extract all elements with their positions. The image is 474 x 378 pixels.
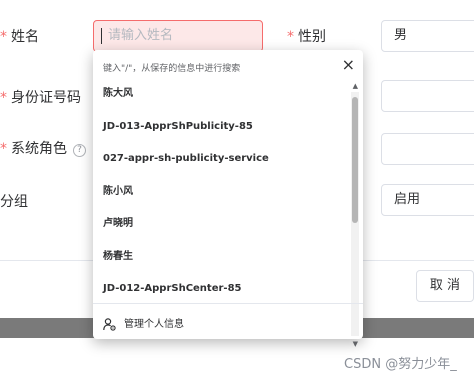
status-select-value: 启用 (394, 192, 421, 207)
autofill-item[interactable]: 027-appr-sh-publicity-service (93, 143, 348, 176)
text-caret (101, 28, 102, 44)
gender-select[interactable]: 男 (381, 20, 474, 52)
autofill-item[interactable]: JD-013-ApprShPublicity-85 (93, 111, 348, 144)
group-label-text: 分组 (0, 194, 28, 210)
scrollbar-track[interactable] (351, 92, 359, 336)
id-number-label: * 身份证号码 (0, 87, 81, 107)
autofill-item[interactable]: 陈小风 (93, 176, 348, 209)
status-select[interactable]: 启用 (381, 184, 474, 216)
autofill-dropdown: 键入"/"，从保存的信息中进行搜索 × 陈大风 JD-013-ApprShPub… (93, 50, 363, 348)
user-settings-icon (103, 316, 116, 335)
name-label: * 姓名 (0, 26, 39, 46)
autofill-item[interactable]: 陈大风 (93, 78, 348, 111)
watermark: CSDN @努力少年_ (344, 357, 457, 372)
scrollbar-thumb[interactable] (352, 97, 358, 223)
manage-personal-info-button[interactable]: 管理个人信息 (93, 303, 363, 339)
manage-personal-info-label: 管理个人信息 (124, 319, 184, 330)
close-icon[interactable]: × (342, 55, 355, 74)
autofill-item[interactable]: 杨春生 (93, 241, 348, 274)
scroll-down-arrow-icon[interactable]: ▼ (353, 340, 358, 348)
autofill-list: 陈大风 JD-013-ApprShPublicity-85 027-appr-s… (93, 78, 348, 331)
gender-select-value: 男 (394, 28, 408, 43)
system-role-label: * 系统角色? (0, 138, 86, 158)
gender-label: * 性别 (287, 26, 326, 46)
cancel-button[interactable]: 取 消 (416, 270, 474, 302)
autofill-item[interactable]: JD-012-ApprShCenter-85 (93, 273, 348, 306)
required-mark: * (0, 90, 7, 106)
system-role-label-text: 系统角色 (11, 141, 67, 157)
name-input[interactable]: 请输入姓名 (93, 20, 263, 52)
name-input-placeholder: 请输入姓名 (108, 28, 174, 43)
name-label-text: 姓名 (11, 29, 39, 45)
id-number-label-text: 身份证号码 (11, 90, 81, 106)
autofill-item[interactable]: 卢晓明 (93, 208, 348, 241)
required-mark: * (0, 29, 7, 45)
row3-right-input[interactable] (381, 133, 474, 165)
scroll-up-arrow-icon[interactable]: ▲ (353, 82, 358, 90)
required-mark: * (0, 141, 7, 157)
gender-label-text: 性别 (298, 29, 326, 45)
autofill-hint: 键入"/"，从保存的信息中进行搜索 (103, 64, 241, 74)
required-mark: * (287, 29, 294, 45)
row2-right-input[interactable] (381, 80, 474, 112)
help-icon[interactable]: ? (73, 144, 86, 157)
group-label: 分组 (0, 191, 28, 211)
